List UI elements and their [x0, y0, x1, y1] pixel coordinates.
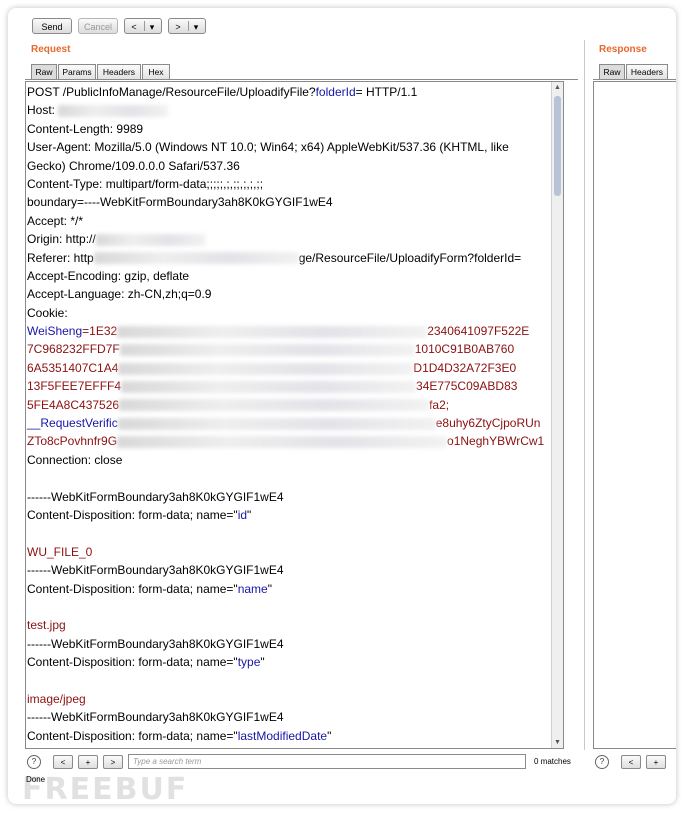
accept-header: Accept: */*: [27, 213, 84, 228]
burp-repeater-window: Send Cancel < ▾ > ▾ Request Raw Params Hea…: [8, 8, 676, 804]
content-disposition-lastmodified: Content-Disposition: form-data; name="la…: [27, 728, 332, 743]
cookie-line: 6A5351407C1A4 D1D4D32A72F3E0: [27, 360, 517, 375]
freebuf-watermark: FREEBUF: [22, 772, 189, 804]
send-button[interactable]: Send: [32, 18, 72, 34]
request-pane-title: Request: [31, 44, 71, 55]
tab-response-raw[interactable]: Raw: [599, 64, 625, 79]
field-value-name: test.jpg: [27, 618, 66, 633]
response-search-prev-button[interactable]: <: [621, 755, 641, 769]
request-editor[interactable]: POST /PublicInfoManage/ResourceFile/Uplo…: [25, 81, 564, 749]
forward-button[interactable]: > ▾: [168, 18, 206, 34]
redacted-origin: [95, 233, 206, 246]
vertical-scrollbar[interactable]: ▲ ▼: [551, 82, 563, 748]
scroll-down-icon[interactable]: ▼: [552, 737, 563, 748]
scroll-up-icon[interactable]: ▲: [552, 82, 563, 93]
toolbar: Send Cancel < ▾ > ▾: [8, 8, 676, 42]
cookie-line: 7C968232FFD7F 1010C91B0AB760: [27, 342, 515, 357]
referer-header: Referer: http ge/ResourceFile/UploadifyFo…: [27, 250, 522, 265]
request-line: POST /PublicInfoManage/ResourceFile/Uplo…: [27, 85, 418, 99]
tab-response-headers[interactable]: Headers: [626, 64, 668, 79]
match-count: 0 matches: [534, 757, 571, 766]
cookie-weisheng: WeiSheng=1E32 2340641097F522E: [27, 324, 530, 339]
redacted-host: [58, 105, 169, 118]
search-next-button[interactable]: >: [103, 755, 123, 769]
response-search-add-button[interactable]: +: [646, 755, 666, 769]
user-agent-header: User-Agent: Mozilla/5.0 (Windows NT 10.0…: [27, 140, 509, 155]
accept-encoding-header: Accept-Encoding: gzip, deflate: [27, 268, 190, 283]
host-header: Host:: [27, 101, 553, 119]
back-dropdown-icon[interactable]: ▾: [143, 19, 161, 35]
response-tabs: Raw Headers: [599, 64, 676, 80]
boundary-line: ------WebKitFormBoundary3ah8K0kGYGIF1wE4: [27, 636, 284, 651]
cookie-request-verification: __RequestVerific e8uhy6ZtyCjpoRUn: [27, 416, 541, 431]
boundary-line: ------WebKitFormBoundary3ah8K0kGYGIF1wE4: [27, 710, 284, 725]
accept-language-header: Accept-Language: zh-CN,zh;q=0.9: [27, 287, 212, 302]
scrollbar-thumb[interactable]: [554, 96, 561, 196]
tab-headers[interactable]: Headers: [97, 64, 141, 79]
pane-splitter[interactable]: [584, 40, 585, 750]
search-add-button[interactable]: +: [78, 755, 98, 769]
search-bar: ? < + > Type a search term 0 matches ? <…: [8, 752, 676, 772]
user-agent-header-cont: Gecko) Chrome/109.0.0.0 Safari/537.36: [27, 158, 240, 173]
back-arrow-icon: <: [131, 22, 137, 32]
back-button[interactable]: < ▾: [124, 18, 162, 34]
search-input[interactable]: Type a search term: [128, 754, 526, 769]
cancel-button[interactable]: Cancel: [78, 18, 118, 34]
redacted-referer: [93, 252, 299, 265]
status-text: Done: [26, 775, 46, 784]
boundary-line: boundary=----WebKitFormBoundary3ah8K0kGY…: [27, 195, 333, 210]
boundary-line: ------WebKitFormBoundary3ah8K0kGYGIF1wE4: [27, 563, 284, 578]
content-disposition-id: Content-Disposition: form-data; name="id…: [27, 507, 252, 522]
help-icon[interactable]: ?: [27, 755, 41, 769]
content-disposition-name: Content-Disposition: form-data; name="na…: [27, 581, 272, 596]
cookie-line: 13F5FEE7EFFF4 34E775C09ABD83: [27, 379, 518, 394]
content-disposition-type: Content-Disposition: form-data; name="ty…: [27, 655, 265, 670]
boundary-line: ------WebKitFormBoundary3ah8K0kGYGIF1wE4: [27, 489, 284, 504]
tab-params[interactable]: Params: [58, 64, 96, 79]
cookie-header: Cookie:: [27, 305, 68, 320]
cookie-line: ZTo8cPovhnfr9G o1NeghYBWrCw1: [27, 434, 545, 449]
content-length-header: Content-Length: 9989: [27, 121, 144, 136]
tab-hex[interactable]: Hex: [142, 64, 170, 79]
request-tabs: Raw Params Headers Hex: [31, 64, 576, 80]
content-type-header: Content-Type: multipart/form-data;;;;;,;…: [27, 176, 264, 191]
cookie-line: 5FE4A8C437526 fa2;: [27, 397, 450, 412]
forward-dropdown-icon[interactable]: ▾: [187, 19, 205, 35]
response-editor[interactable]: [593, 81, 676, 749]
field-value-id: WU_FILE_0: [27, 544, 93, 559]
field-value-type: image/jpeg: [27, 691, 86, 706]
raw-request-text[interactable]: POST /PublicInfoManage/ResourceFile/Uplo…: [27, 83, 553, 745]
search-prev-button[interactable]: <: [53, 755, 73, 769]
response-pane-title: Response: [599, 44, 647, 55]
forward-arrow-icon: >: [175, 22, 181, 32]
response-help-icon[interactable]: ?: [595, 755, 609, 769]
tab-raw[interactable]: Raw: [31, 64, 57, 79]
connection-header: Connection: close: [27, 452, 123, 467]
origin-header: Origin: http://: [27, 230, 553, 248]
